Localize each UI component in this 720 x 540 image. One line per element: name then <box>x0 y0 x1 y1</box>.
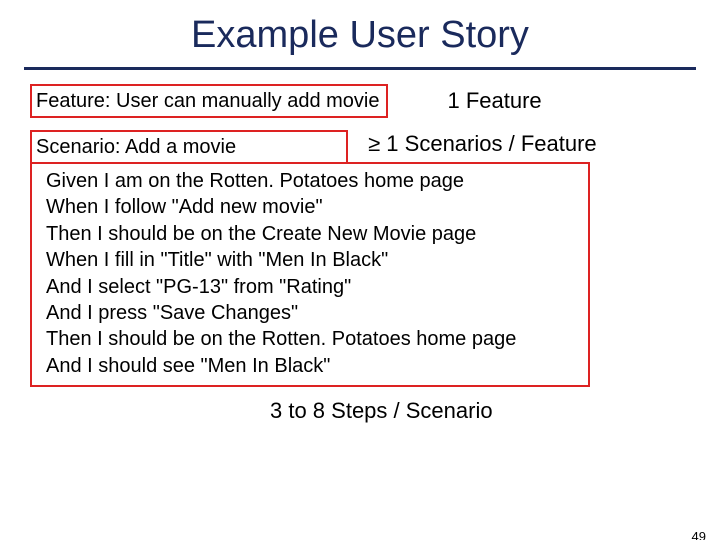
scenario-box: Scenario: Add a movie <box>30 130 348 164</box>
step-line: When I fill in "Title" with "Men In Blac… <box>46 247 578 273</box>
step-line: When I follow "Add new movie" <box>46 194 578 220</box>
step-line: And I should see "Men In Black" <box>46 353 578 379</box>
slide: Example User Story Feature: User can man… <box>0 14 720 540</box>
page-number: 49 <box>692 529 706 540</box>
scenario-row: Scenario: Add a movie ≥ 1 Scenarios / Fe… <box>30 130 690 164</box>
step-line: And I press "Save Changes" <box>46 300 578 326</box>
step-line: Then I should be on the Create New Movie… <box>46 221 578 247</box>
steps-box: Given I am on the Rotten. Potatoes home … <box>30 162 590 387</box>
title-rule <box>24 67 696 70</box>
steps-per-scenario-label: 3 to 8 Steps / Scenario <box>270 397 690 426</box>
feature-row: Feature: User can manually add movie 1 F… <box>30 84 690 118</box>
content-area: Feature: User can manually add movie 1 F… <box>30 84 690 426</box>
feature-box: Feature: User can manually add movie <box>30 84 388 118</box>
step-line: And I select "PG-13" from "Rating" <box>46 274 578 300</box>
step-line: Given I am on the Rotten. Potatoes home … <box>46 168 578 194</box>
feature-count-label: 1 Feature <box>448 87 542 116</box>
slide-title: Example User Story <box>0 14 720 57</box>
step-line: Then I should be on the Rotten. Potatoes… <box>46 326 578 352</box>
scenarios-per-feature-label: ≥ 1 Scenarios / Feature <box>368 130 597 159</box>
